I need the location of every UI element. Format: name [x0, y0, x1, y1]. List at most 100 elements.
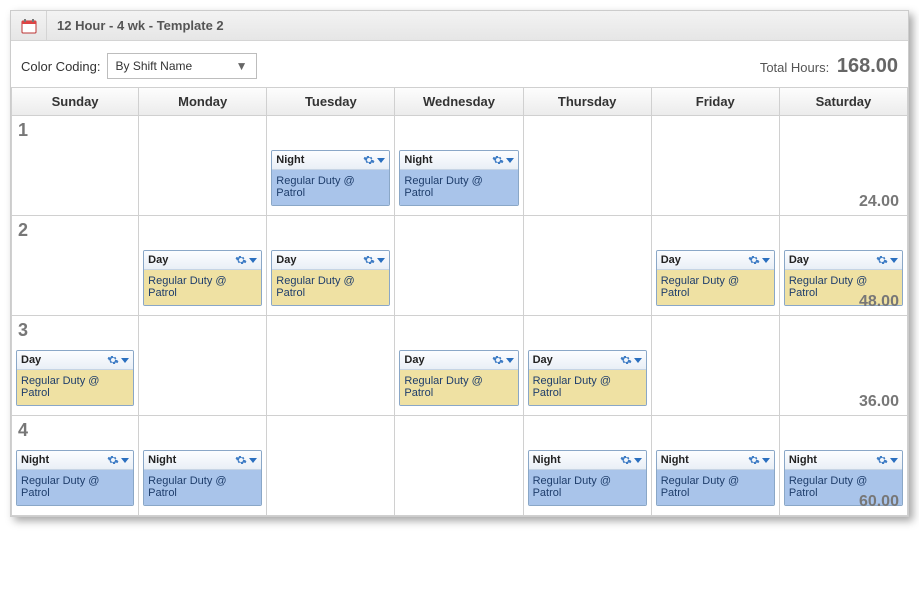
calendar-cell[interactable]	[652, 116, 780, 216]
calendar-cell[interactable]: Night Regular Duty @ Patrol	[139, 416, 267, 516]
shift-name: Day	[789, 254, 809, 266]
gear-icon[interactable]	[107, 454, 129, 466]
shift-card[interactable]: DayRegular Duty @ Patrol	[656, 250, 775, 306]
shift-header: Day	[144, 251, 261, 270]
shift-name: Day	[148, 254, 168, 266]
chevron-down-icon	[634, 458, 642, 463]
shift-name: Night	[148, 454, 176, 466]
gear-icon[interactable]	[107, 354, 129, 366]
calendar-cell[interactable]: DayRegular Duty @ Patrol	[652, 216, 780, 316]
week-row: 2DayRegular Duty @ PatrolDayRegular Duty…	[11, 216, 908, 316]
total-hours: Total Hours: 168.00	[760, 55, 898, 78]
week-row: 4NightRegular Duty @ PatrolNightRegular …	[11, 416, 908, 516]
shift-header: Day	[785, 251, 902, 270]
shift-body: Regular Duty @ Patrol	[272, 170, 389, 205]
gear-icon[interactable]	[235, 254, 257, 266]
shift-card[interactable]: Night Regular Duty @ Patrol	[528, 450, 647, 506]
shift-body: Regular Duty @ Patrol	[400, 370, 517, 405]
shift-header: Day	[657, 251, 774, 270]
shift-body: Regular Duty @ Patrol	[144, 470, 261, 505]
week-total: 48.00	[859, 293, 899, 311]
shift-card[interactable]: Day Regular Duty @ Patrol	[143, 250, 262, 306]
shift-body: Regular Duty @ Patrol	[144, 270, 261, 305]
calendar-cell[interactable]	[524, 216, 652, 316]
chevron-down-icon	[377, 158, 385, 163]
calendar-cell[interactable]	[139, 316, 267, 416]
shift-card[interactable]: NightRegular Duty @ Patrol	[656, 450, 775, 506]
shift-header: Night	[657, 451, 774, 470]
calendar-cell[interactable]: 3DayRegular Duty @ Patrol	[11, 316, 139, 416]
shift-card[interactable]: Day Regular Duty @ Patrol	[399, 350, 518, 406]
calendar-cell[interactable]: 48.00DayRegular Duty @ Patrol	[780, 216, 908, 316]
calendar-cell[interactable]	[267, 316, 395, 416]
gear-icon[interactable]	[620, 454, 642, 466]
shift-name: Day	[404, 354, 424, 366]
calendar-cell[interactable]	[395, 416, 523, 516]
color-coding-select[interactable]: By Shift Name ▼	[107, 53, 257, 79]
shift-header: Day	[17, 351, 133, 370]
calendar-cell[interactable]: DayRegular Duty @ Patrol	[524, 316, 652, 416]
calendar-cell[interactable]: 60.00NightRegular Duty @ Patrol	[780, 416, 908, 516]
gear-icon[interactable]	[748, 254, 770, 266]
shift-card[interactable]: Night Regular Duty @ Patrol	[143, 450, 262, 506]
shift-header: Night	[529, 451, 646, 470]
gear-icon[interactable]	[876, 454, 898, 466]
chevron-down-icon	[249, 458, 257, 463]
day-header: Friday	[652, 87, 780, 116]
shift-card[interactable]: NightRegular Duty @ Patrol	[271, 150, 390, 206]
gear-icon[interactable]	[748, 454, 770, 466]
calendar-cell[interactable]: NightRegular Duty @ Patrol	[267, 116, 395, 216]
calendar-cell[interactable]: 36.00	[780, 316, 908, 416]
shift-body: Regular Duty @ Patrol	[657, 470, 774, 505]
calendar-cell[interactable]: 24.00	[780, 116, 908, 216]
shift-name: Night	[21, 454, 49, 466]
chevron-down-icon	[121, 358, 129, 363]
gear-icon[interactable]	[363, 154, 385, 166]
calendar-cell[interactable]	[524, 116, 652, 216]
calendar-cell[interactable]: NightRegular Duty @ Patrol	[395, 116, 523, 216]
shift-body: Regular Duty @ Patrol	[529, 470, 646, 505]
calendar-cell[interactable]: 4NightRegular Duty @ Patrol	[11, 416, 139, 516]
shift-card[interactable]: DayRegular Duty @ Patrol	[271, 250, 390, 306]
shift-name: Night	[533, 454, 561, 466]
shift-body: Regular Duty @ Patrol	[657, 270, 774, 305]
chevron-down-icon	[377, 258, 385, 263]
calendar-cell[interactable]: DayRegular Duty @ Patrol	[267, 216, 395, 316]
chevron-down-icon	[506, 158, 514, 163]
shift-card[interactable]: DayRegular Duty @ Patrol	[16, 350, 134, 406]
calendar-icon	[11, 11, 47, 41]
week-total: 36.00	[859, 393, 899, 411]
shift-name: Night	[789, 454, 817, 466]
chevron-down-icon	[890, 258, 898, 263]
shift-card[interactable]: Night Regular Duty @ Patrol	[16, 450, 134, 506]
shift-card[interactable]: DayRegular Duty @ Patrol	[528, 350, 647, 406]
gear-icon[interactable]	[876, 254, 898, 266]
calendar-cell[interactable]	[267, 416, 395, 516]
shift-header: Night	[144, 451, 261, 470]
calendar-cell[interactable]: 2	[11, 216, 139, 316]
gear-icon[interactable]	[492, 154, 514, 166]
shift-body: Regular Duty @ Patrol	[17, 470, 133, 505]
controls-row: Color Coding: By Shift Name ▼ Total Hour…	[11, 41, 908, 87]
chevron-down-icon	[762, 258, 770, 263]
shift-header: Day	[400, 351, 517, 370]
shift-card[interactable]: NightRegular Duty @ Patrol	[399, 150, 518, 206]
calendar-cell[interactable]: Day Regular Duty @ Patrol	[395, 316, 523, 416]
gear-icon[interactable]	[620, 354, 642, 366]
calendar-cell[interactable]: NightRegular Duty @ Patrol	[652, 416, 780, 516]
chevron-down-icon	[249, 258, 257, 263]
calendar-cell[interactable]: 1	[11, 116, 139, 216]
total-hours-value: 168.00	[837, 55, 898, 77]
schedule-template-panel: 12 Hour - 4 wk - Template 2 Color Coding…	[10, 10, 909, 517]
gear-icon[interactable]	[492, 354, 514, 366]
calendar-cell[interactable]: Night Regular Duty @ Patrol	[524, 416, 652, 516]
calendar-cell[interactable]: Day Regular Duty @ Patrol	[139, 216, 267, 316]
calendar-cell[interactable]	[395, 216, 523, 316]
gear-icon[interactable]	[363, 254, 385, 266]
calendar-cell[interactable]	[652, 316, 780, 416]
shift-body: Regular Duty @ Patrol	[17, 370, 133, 405]
shift-body: Regular Duty @ Patrol	[272, 270, 389, 305]
chevron-down-icon	[121, 458, 129, 463]
gear-icon[interactable]	[235, 454, 257, 466]
calendar-cell[interactable]	[139, 116, 267, 216]
